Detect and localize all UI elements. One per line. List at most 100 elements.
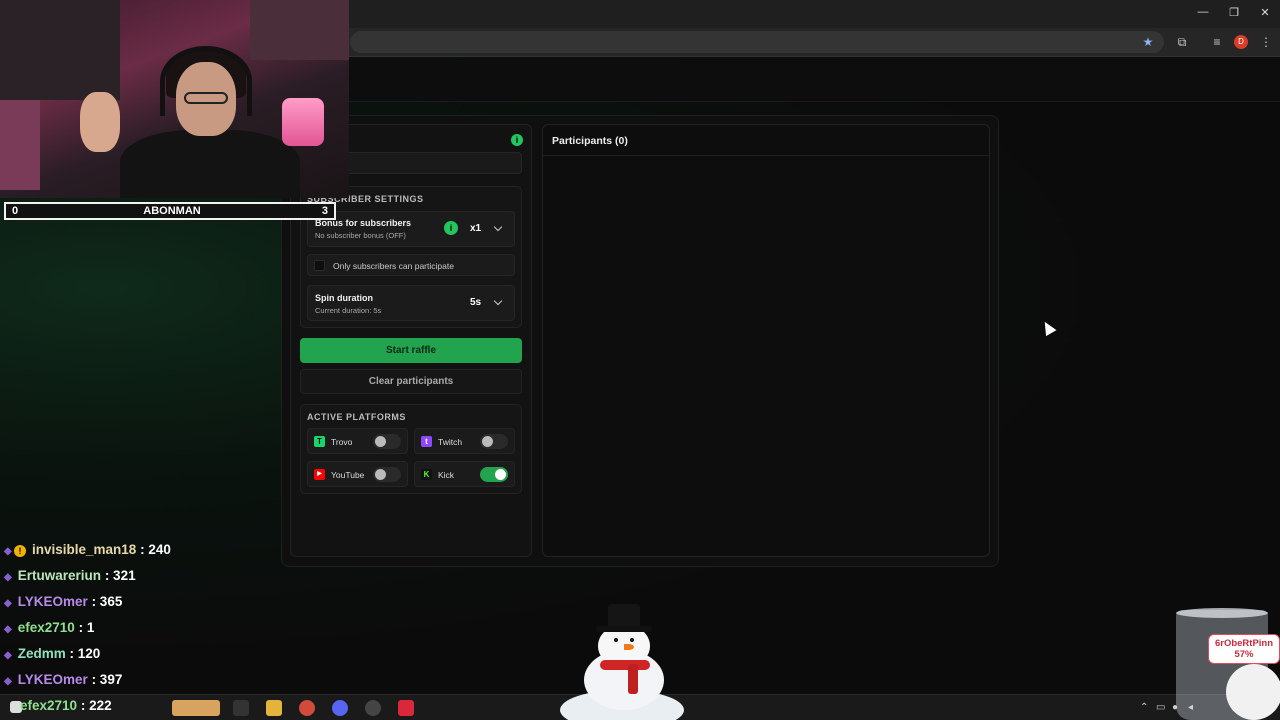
- leaderboard-name: efex2710: [20, 698, 78, 713]
- tag-name: 6rObeRtPinn: [1214, 638, 1274, 649]
- progress-tag: 6rObeRtPinn 57%: [1208, 634, 1280, 664]
- bonus-info-icon[interactable]: i: [444, 221, 458, 235]
- subscribers-only-label: Only subscribers can participate: [333, 261, 454, 271]
- platform-label: Twitch: [438, 437, 463, 447]
- screen: — ❐ ✕ ★ ⧉ ≡ D ⋮ i SUBSCRIBER SETTINGS Bo…: [0, 0, 1280, 720]
- menu-kebab-icon[interactable]: ⋮: [1258, 34, 1274, 50]
- platform-label: Trovo: [331, 437, 353, 447]
- weather-widget-icon[interactable]: [172, 700, 220, 716]
- person-body: [120, 130, 300, 198]
- scorebar: ABONMAN 0 3: [4, 202, 336, 220]
- chrome-icon[interactable]: [299, 700, 315, 716]
- badge-icon: !: [14, 545, 26, 557]
- shelf: [0, 0, 120, 100]
- file-explorer-icon[interactable]: [266, 700, 282, 716]
- info-icon[interactable]: i: [511, 134, 523, 146]
- close-window-button[interactable]: ✕: [1253, 6, 1277, 22]
- app-icon[interactable]: [398, 700, 414, 716]
- twitch-icon: t: [421, 436, 432, 447]
- twitch-toggle[interactable]: [480, 434, 508, 449]
- leaderboard-row: ◆ LYKEOmer : 397: [4, 672, 122, 692]
- leaderboard-row: efex2710 : 222: [20, 698, 112, 718]
- platform-kick: K Kick: [414, 461, 515, 487]
- shelf: [0, 100, 40, 190]
- leaderboard-score: : 321: [104, 568, 136, 583]
- kick-toggle[interactable]: [480, 467, 508, 482]
- youtube-toggle[interactable]: [373, 467, 401, 482]
- active-platforms-title: ACTIVE PLATFORMS: [307, 412, 406, 422]
- bonus-card: [307, 211, 515, 247]
- clear-participants-button[interactable]: Clear participants: [300, 369, 522, 394]
- leaderboard-score: : 120: [69, 646, 101, 661]
- tag-percent: 57%: [1234, 649, 1254, 660]
- bullet-icon: ◆: [4, 546, 12, 557]
- leaderboard-row: ◆ efex2710 : 1: [4, 620, 94, 640]
- leaderboard-score: : 222: [80, 698, 112, 713]
- person-hand: [80, 92, 120, 152]
- spin-duration-select[interactable]: 5s: [470, 297, 481, 308]
- platform-youtube: ▶ YouTube: [307, 461, 408, 487]
- headset: [160, 46, 252, 116]
- mouse-cursor-icon: [1039, 318, 1057, 337]
- snowman-hat-brim: [596, 626, 652, 632]
- scorebar-title: ABONMAN: [143, 205, 201, 217]
- bullet-icon: ◆: [4, 676, 12, 687]
- spin-duration-title: Spin duration: [315, 293, 373, 303]
- leaderboard-name: Zedmm: [17, 646, 66, 661]
- scorebar-left: 0: [12, 205, 19, 217]
- snowball: [1226, 664, 1280, 720]
- leaderboard-score: : 397: [91, 672, 123, 687]
- address-bar[interactable]: [350, 31, 1164, 53]
- bullet-icon: ◆: [4, 572, 12, 583]
- leaderboard-score: : 240: [140, 542, 171, 557]
- bonus-multiplier-select[interactable]: x1: [470, 223, 481, 234]
- glass-jar-rim: [1176, 608, 1268, 618]
- scorebar-right: 3: [321, 205, 328, 217]
- leaderboard-row: ◆! invisible_man18 : 240: [4, 542, 171, 562]
- subscribers-only-checkbox[interactable]: [314, 260, 325, 271]
- leaderboard-row: ◆ Ertuwareriun : 321: [4, 568, 136, 588]
- bookmark-star-icon[interactable]: ★: [1140, 34, 1156, 50]
- leaderboard-score: : 365: [91, 594, 123, 609]
- bullet-icon: ◆: [4, 624, 12, 635]
- task-view-icon[interactable]: [233, 700, 249, 716]
- leaderboard-name: LYKEOmer: [17, 594, 88, 609]
- webcam-overlay: [0, 0, 349, 198]
- profile-icon[interactable]: D: [1234, 35, 1248, 49]
- pink-lamp: [282, 98, 324, 146]
- bullet-icon: ◆: [4, 598, 12, 609]
- leaderboard-name: Ertuwareriun: [17, 568, 102, 583]
- snowman-nose: [624, 644, 634, 650]
- participants-header: Participants (0): [543, 125, 989, 156]
- snowman-hat: [608, 604, 640, 628]
- youtube-icon: ▶: [314, 469, 325, 480]
- participants-panel: Participants (0): [542, 124, 990, 557]
- leaderboard-name: LYKEOmer: [17, 672, 88, 687]
- bullet-icon: ◆: [4, 650, 12, 661]
- leaderboard-name: invisible_man18: [32, 542, 137, 557]
- shelf: [250, 0, 349, 60]
- leaderboard-row: ◆ LYKEOmer : 365: [4, 594, 122, 614]
- minimize-button[interactable]: —: [1191, 6, 1215, 22]
- discord-icon[interactable]: [332, 700, 348, 716]
- extensions-icon[interactable]: ⧉: [1174, 34, 1190, 50]
- snowman-scarf-tail: [628, 664, 638, 694]
- network-icon[interactable]: ▭: [1156, 702, 1165, 713]
- trovo-toggle[interactable]: [373, 434, 401, 449]
- media-controls-icon[interactable]: ≡: [1209, 34, 1225, 50]
- platform-label: YouTube: [331, 470, 365, 480]
- participants-title: Participants (0): [552, 135, 628, 147]
- leaderboard-name: efex2710: [17, 620, 75, 635]
- snowman-scarf: [600, 660, 650, 670]
- chevron-up-icon[interactable]: ⌃: [1140, 702, 1148, 713]
- restore-button[interactable]: ❐: [1222, 6, 1246, 22]
- trovo-icon: T: [314, 436, 325, 447]
- start-raffle-button[interactable]: Start raffle: [300, 338, 522, 363]
- leaderboard: ◆! invisible_man18 : 240 ◆ Ertuwareriun :…: [0, 520, 280, 720]
- obs-icon[interactable]: [365, 700, 381, 716]
- leaderboard-score: : 1: [78, 620, 95, 635]
- bonus-subtitle: No subscriber bonus (OFF): [315, 231, 406, 240]
- snowman-eye: [614, 638, 618, 642]
- spin-duration-card: [307, 285, 515, 321]
- kick-icon: K: [421, 469, 432, 480]
